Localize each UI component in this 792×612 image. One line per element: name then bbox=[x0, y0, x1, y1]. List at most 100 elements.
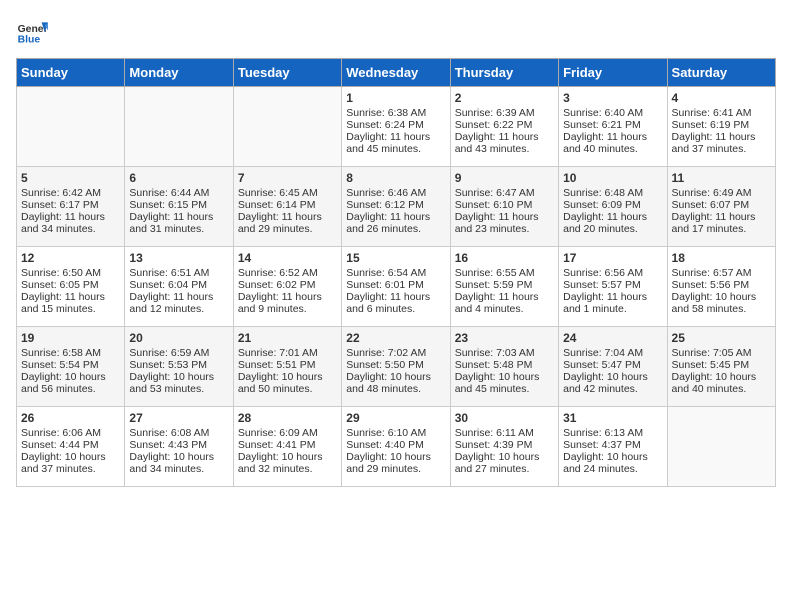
day-info: Daylight: 10 hours and 56 minutes. bbox=[21, 371, 120, 395]
day-info: Sunset: 6:14 PM bbox=[238, 199, 337, 211]
day-info: Daylight: 10 hours and 58 minutes. bbox=[672, 291, 771, 315]
day-info: Daylight: 11 hours and 37 minutes. bbox=[672, 131, 771, 155]
weekday-header-tuesday: Tuesday bbox=[233, 59, 341, 87]
day-info: Sunset: 4:43 PM bbox=[129, 439, 228, 451]
header: General Blue bbox=[16, 16, 776, 48]
calendar-cell bbox=[233, 87, 341, 167]
calendar-cell: 17Sunrise: 6:56 AMSunset: 5:57 PMDayligh… bbox=[559, 247, 667, 327]
day-info: Sunrise: 6:59 AM bbox=[129, 347, 228, 359]
day-info: Sunset: 6:21 PM bbox=[563, 119, 662, 131]
calendar-cell: 12Sunrise: 6:50 AMSunset: 6:05 PMDayligh… bbox=[17, 247, 125, 327]
day-info: Sunrise: 6:46 AM bbox=[346, 187, 445, 199]
day-info: Daylight: 10 hours and 42 minutes. bbox=[563, 371, 662, 395]
calendar-cell: 13Sunrise: 6:51 AMSunset: 6:04 PMDayligh… bbox=[125, 247, 233, 327]
calendar-cell: 29Sunrise: 6:10 AMSunset: 4:40 PMDayligh… bbox=[342, 407, 450, 487]
calendar-cell: 16Sunrise: 6:55 AMSunset: 5:59 PMDayligh… bbox=[450, 247, 558, 327]
weekday-header-wednesday: Wednesday bbox=[342, 59, 450, 87]
day-info: Daylight: 11 hours and 1 minute. bbox=[563, 291, 662, 315]
calendar: SundayMondayTuesdayWednesdayThursdayFrid… bbox=[16, 58, 776, 487]
day-number: 13 bbox=[129, 251, 228, 265]
day-info: Sunset: 6:05 PM bbox=[21, 279, 120, 291]
day-info: Daylight: 11 hours and 20 minutes. bbox=[563, 211, 662, 235]
day-info: Sunset: 4:39 PM bbox=[455, 439, 554, 451]
day-number: 4 bbox=[672, 91, 771, 105]
day-info: Daylight: 11 hours and 26 minutes. bbox=[346, 211, 445, 235]
day-number: 5 bbox=[21, 171, 120, 185]
day-info: Sunset: 5:57 PM bbox=[563, 279, 662, 291]
day-info: Daylight: 11 hours and 43 minutes. bbox=[455, 131, 554, 155]
day-number: 17 bbox=[563, 251, 662, 265]
day-info: Sunset: 5:54 PM bbox=[21, 359, 120, 371]
day-info: Daylight: 10 hours and 32 minutes. bbox=[238, 451, 337, 475]
calendar-cell: 28Sunrise: 6:09 AMSunset: 4:41 PMDayligh… bbox=[233, 407, 341, 487]
calendar-cell: 24Sunrise: 7:04 AMSunset: 5:47 PMDayligh… bbox=[559, 327, 667, 407]
day-info: Sunset: 6:09 PM bbox=[563, 199, 662, 211]
day-number: 21 bbox=[238, 331, 337, 345]
day-info: Sunrise: 6:09 AM bbox=[238, 427, 337, 439]
calendar-cell: 26Sunrise: 6:06 AMSunset: 4:44 PMDayligh… bbox=[17, 407, 125, 487]
day-info: Sunset: 6:10 PM bbox=[455, 199, 554, 211]
day-number: 23 bbox=[455, 331, 554, 345]
day-number: 14 bbox=[238, 251, 337, 265]
day-number: 22 bbox=[346, 331, 445, 345]
calendar-cell: 11 Sunrise: 6:49 AMSunset: 6:07 PMDayligh… bbox=[667, 167, 775, 247]
calendar-cell: 31Sunrise: 6:13 AMSunset: 4:37 PMDayligh… bbox=[559, 407, 667, 487]
calendar-cell: 6Sunrise: 6:44 AMSunset: 6:15 PMDaylight… bbox=[125, 167, 233, 247]
day-info: Sunset: 4:37 PM bbox=[563, 439, 662, 451]
day-number: 26 bbox=[21, 411, 120, 425]
day-info: Sunrise: 6:54 AM bbox=[346, 267, 445, 279]
calendar-cell: 2Sunrise: 6:39 AMSunset: 6:22 PMDaylight… bbox=[450, 87, 558, 167]
calendar-week-row: 26Sunrise: 6:06 AMSunset: 4:44 PMDayligh… bbox=[17, 407, 776, 487]
day-info: Sunrise: 6:08 AM bbox=[129, 427, 228, 439]
day-number: 29 bbox=[346, 411, 445, 425]
day-info: Sunrise: 7:03 AM bbox=[455, 347, 554, 359]
calendar-cell: 9 Sunrise: 6:47 AMSunset: 6:10 PMDaylight… bbox=[450, 167, 558, 247]
calendar-cell: 8Sunrise: 6:46 AMSunset: 6:12 PMDaylight… bbox=[342, 167, 450, 247]
day-info: Sunset: 5:59 PM bbox=[455, 279, 554, 291]
day-info: Sunrise: 6:49 AM bbox=[672, 187, 771, 199]
day-info: Sunset: 6:07 PM bbox=[672, 199, 771, 211]
day-info: Sunset: 6:12 PM bbox=[346, 199, 445, 211]
day-info: Sunrise: 6:40 AM bbox=[563, 107, 662, 119]
day-info: Sunrise: 7:05 AM bbox=[672, 347, 771, 359]
day-info: Daylight: 11 hours and 17 minutes. bbox=[672, 211, 771, 235]
day-info: Daylight: 11 hours and 34 minutes. bbox=[21, 211, 120, 235]
day-number: 11 bbox=[672, 171, 771, 185]
day-number: 6 bbox=[129, 171, 228, 185]
weekday-header-thursday: Thursday bbox=[450, 59, 558, 87]
calendar-cell: 18Sunrise: 6:57 AMSunset: 5:56 PMDayligh… bbox=[667, 247, 775, 327]
calendar-cell: 22Sunrise: 7:02 AMSunset: 5:50 PMDayligh… bbox=[342, 327, 450, 407]
day-info: Sunrise: 6:39 AM bbox=[455, 107, 554, 119]
day-info: Daylight: 11 hours and 6 minutes. bbox=[346, 291, 445, 315]
calendar-cell: 30Sunrise: 6:11 AMSunset: 4:39 PMDayligh… bbox=[450, 407, 558, 487]
day-info: Daylight: 10 hours and 27 minutes. bbox=[455, 451, 554, 475]
day-info: Sunrise: 6:41 AM bbox=[672, 107, 771, 119]
day-info: Sunset: 6:17 PM bbox=[21, 199, 120, 211]
day-info: Sunrise: 6:42 AM bbox=[21, 187, 120, 199]
calendar-cell bbox=[125, 87, 233, 167]
weekday-header-row: SundayMondayTuesdayWednesdayThursdayFrid… bbox=[17, 59, 776, 87]
day-number: 20 bbox=[129, 331, 228, 345]
calendar-cell bbox=[667, 407, 775, 487]
day-info: Daylight: 10 hours and 29 minutes. bbox=[346, 451, 445, 475]
calendar-cell: 10Sunrise: 6:48 AMSunset: 6:09 PMDayligh… bbox=[559, 167, 667, 247]
calendar-cell: 21Sunrise: 7:01 AMSunset: 5:51 PMDayligh… bbox=[233, 327, 341, 407]
day-info: Sunset: 6:01 PM bbox=[346, 279, 445, 291]
day-number: 9 bbox=[455, 171, 554, 185]
day-info: Sunrise: 6:10 AM bbox=[346, 427, 445, 439]
day-info: Daylight: 11 hours and 23 minutes. bbox=[455, 211, 554, 235]
calendar-week-row: 12Sunrise: 6:50 AMSunset: 6:05 PMDayligh… bbox=[17, 247, 776, 327]
day-info: Daylight: 11 hours and 31 minutes. bbox=[129, 211, 228, 235]
day-info: Sunrise: 6:47 AM bbox=[455, 187, 554, 199]
calendar-cell: 3Sunrise: 6:40 AMSunset: 6:21 PMDaylight… bbox=[559, 87, 667, 167]
day-number: 24 bbox=[563, 331, 662, 345]
weekday-header-monday: Monday bbox=[125, 59, 233, 87]
day-number: 15 bbox=[346, 251, 445, 265]
day-number: 30 bbox=[455, 411, 554, 425]
day-info: Daylight: 11 hours and 29 minutes. bbox=[238, 211, 337, 235]
day-number: 3 bbox=[563, 91, 662, 105]
day-info: Sunset: 6:19 PM bbox=[672, 119, 771, 131]
day-info: Sunrise: 6:50 AM bbox=[21, 267, 120, 279]
day-info: Daylight: 10 hours and 48 minutes. bbox=[346, 371, 445, 395]
day-info: Daylight: 11 hours and 9 minutes. bbox=[238, 291, 337, 315]
